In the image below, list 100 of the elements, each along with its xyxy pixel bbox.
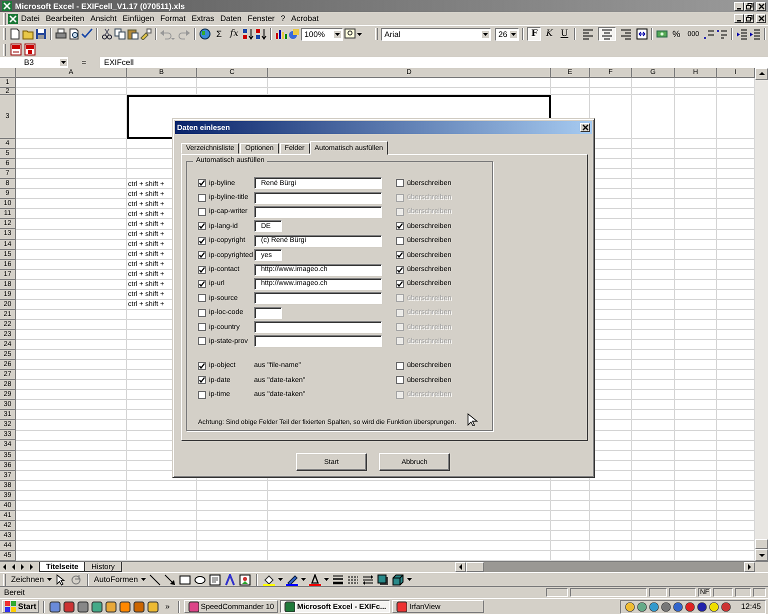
vertical-scrollbar[interactable]: [755, 68, 768, 561]
tray-icon[interactable]: [708, 602, 719, 612]
pdf-document-icon[interactable]: [10, 43, 22, 56]
text-field[interactable]: [254, 321, 382, 334]
checkbox[interactable]: [198, 308, 206, 317]
decrease-decimal-icon[interactable]: [716, 28, 728, 40]
checkbox[interactable]: [198, 251, 206, 260]
checkbox[interactable]: [198, 266, 206, 274]
arrow-icon[interactable]: [164, 574, 176, 586]
text-field[interactable]: [254, 335, 382, 348]
globe-icon[interactable]: [199, 28, 211, 40]
checkbox[interactable]: [396, 280, 404, 288]
dropdown-arrow-icon[interactable]: [509, 30, 518, 38]
menu-item[interactable]: Fenster: [244, 14, 278, 23]
text-field[interactable]: [254, 306, 282, 319]
more-caret-icon[interactable]: [406, 578, 412, 581]
app-icon[interactable]: [396, 601, 408, 612]
clip-art-icon[interactable]: [238, 574, 251, 586]
arrow-style-icon[interactable]: [362, 574, 374, 586]
open-folder-icon[interactable]: [22, 28, 34, 40]
checkbox[interactable]: [198, 208, 206, 216]
menu-item[interactable]: Datei: [18, 14, 43, 23]
scroll-up-button[interactable]: [755, 68, 768, 80]
up-arrow-icon[interactable]: [758, 70, 766, 78]
checkbox[interactable]: [396, 222, 404, 230]
tray-icon[interactable]: [636, 602, 647, 612]
menu-item[interactable]: Format: [157, 14, 189, 23]
merge-center-icon[interactable]: [636, 28, 648, 40]
menu-item[interactable]: Daten: [217, 14, 245, 23]
align-center-icon[interactable]: [601, 28, 614, 40]
currency-icon[interactable]: [656, 28, 668, 40]
checkbox[interactable]: [198, 294, 206, 302]
app-icon[interactable]: [49, 600, 62, 612]
dropdown-arrow-icon[interactable]: [59, 58, 68, 67]
text-field[interactable]: [254, 192, 382, 204]
scroll-thumb[interactable]: [755, 539, 768, 549]
tray-icon[interactable]: [720, 602, 731, 612]
checkbox[interactable]: [198, 194, 206, 202]
name-box[interactable]: B3: [0, 57, 68, 68]
checkbox[interactable]: [396, 376, 404, 384]
print-preview-icon[interactable]: [68, 28, 80, 40]
pdf-document-icon[interactable]: [24, 43, 36, 56]
dropdown-arrow-icon[interactable]: [481, 30, 490, 38]
align-left-icon[interactable]: [582, 28, 594, 40]
menu-item[interactable]: Extras: [188, 14, 218, 23]
checkbox[interactable]: [198, 236, 206, 245]
menu-item[interactable]: ?: [278, 14, 288, 23]
copy-icon[interactable]: [114, 28, 126, 40]
app-icon[interactable]: [119, 600, 132, 612]
checkbox[interactable]: [396, 179, 404, 188]
checkbox[interactable]: [396, 251, 404, 260]
new-document-icon[interactable]: [9, 28, 21, 40]
select-all-corner[interactable]: [0, 68, 16, 78]
italic-button[interactable]: K: [542, 27, 556, 41]
app-icon[interactable]: [91, 600, 104, 612]
pointer-arrow-icon[interactable]: [54, 574, 67, 586]
tray-icon[interactable]: [660, 602, 671, 612]
zoom-dropdown[interactable]: 100%: [301, 28, 344, 40]
3d-box-icon[interactable]: [392, 574, 404, 586]
sum-button[interactable]: Σ: [212, 27, 226, 41]
checkbox[interactable]: [198, 280, 206, 288]
increase-decimal-icon[interactable]: [703, 28, 716, 40]
checkbox[interactable]: [198, 337, 206, 346]
scroll-down-button[interactable]: [755, 549, 768, 561]
font-dropdown[interactable]: Arial: [381, 28, 492, 40]
line-style-icon[interactable]: [332, 574, 344, 586]
caret-icon[interactable]: [46, 578, 52, 581]
tray-icon[interactable]: [624, 602, 635, 612]
overflow-chevron[interactable]: »: [161, 602, 174, 611]
autoshapes-menu-button[interactable]: AutoFormen: [94, 575, 146, 584]
fill-color-icon[interactable]: [262, 574, 275, 586]
align-center-button[interactable]: [598, 27, 616, 41]
dropdown-arrow-icon[interactable]: [333, 30, 342, 38]
app-icon[interactable]: [105, 600, 118, 612]
app-icon[interactable]: [77, 600, 90, 612]
checkbox[interactable]: [198, 376, 206, 384]
print-icon[interactable]: [55, 28, 67, 40]
text-box-icon[interactable]: [208, 574, 221, 586]
down-arrow-icon[interactable]: [758, 551, 766, 559]
caret-icon[interactable]: [324, 578, 329, 581]
tray-icon[interactable]: [648, 602, 659, 612]
menu-item[interactable]: Bearbeiten: [42, 14, 88, 23]
percent-button[interactable]: %: [669, 27, 684, 41]
format-painter-icon[interactable]: [140, 28, 152, 40]
rectangle-icon[interactable]: [178, 574, 191, 586]
text-field[interactable]: [254, 206, 382, 218]
checkbox[interactable]: [396, 362, 404, 370]
checkbox[interactable]: [396, 236, 404, 245]
app-icon[interactable]: [63, 600, 76, 612]
caret-icon[interactable]: [300, 578, 306, 581]
checkbox[interactable]: [198, 323, 206, 332]
menu-item[interactable]: Einfügen: [120, 14, 158, 23]
font-size-dropdown[interactable]: 26: [495, 28, 520, 40]
checkbox[interactable]: [198, 179, 206, 188]
menu-item[interactable]: Acrobat: [288, 14, 322, 23]
sort-ascending-icon[interactable]: [242, 28, 254, 40]
caret-icon[interactable]: [140, 578, 146, 581]
oval-icon[interactable]: [194, 574, 206, 586]
paste-icon[interactable]: [127, 28, 139, 40]
checkbox[interactable]: [198, 222, 206, 230]
